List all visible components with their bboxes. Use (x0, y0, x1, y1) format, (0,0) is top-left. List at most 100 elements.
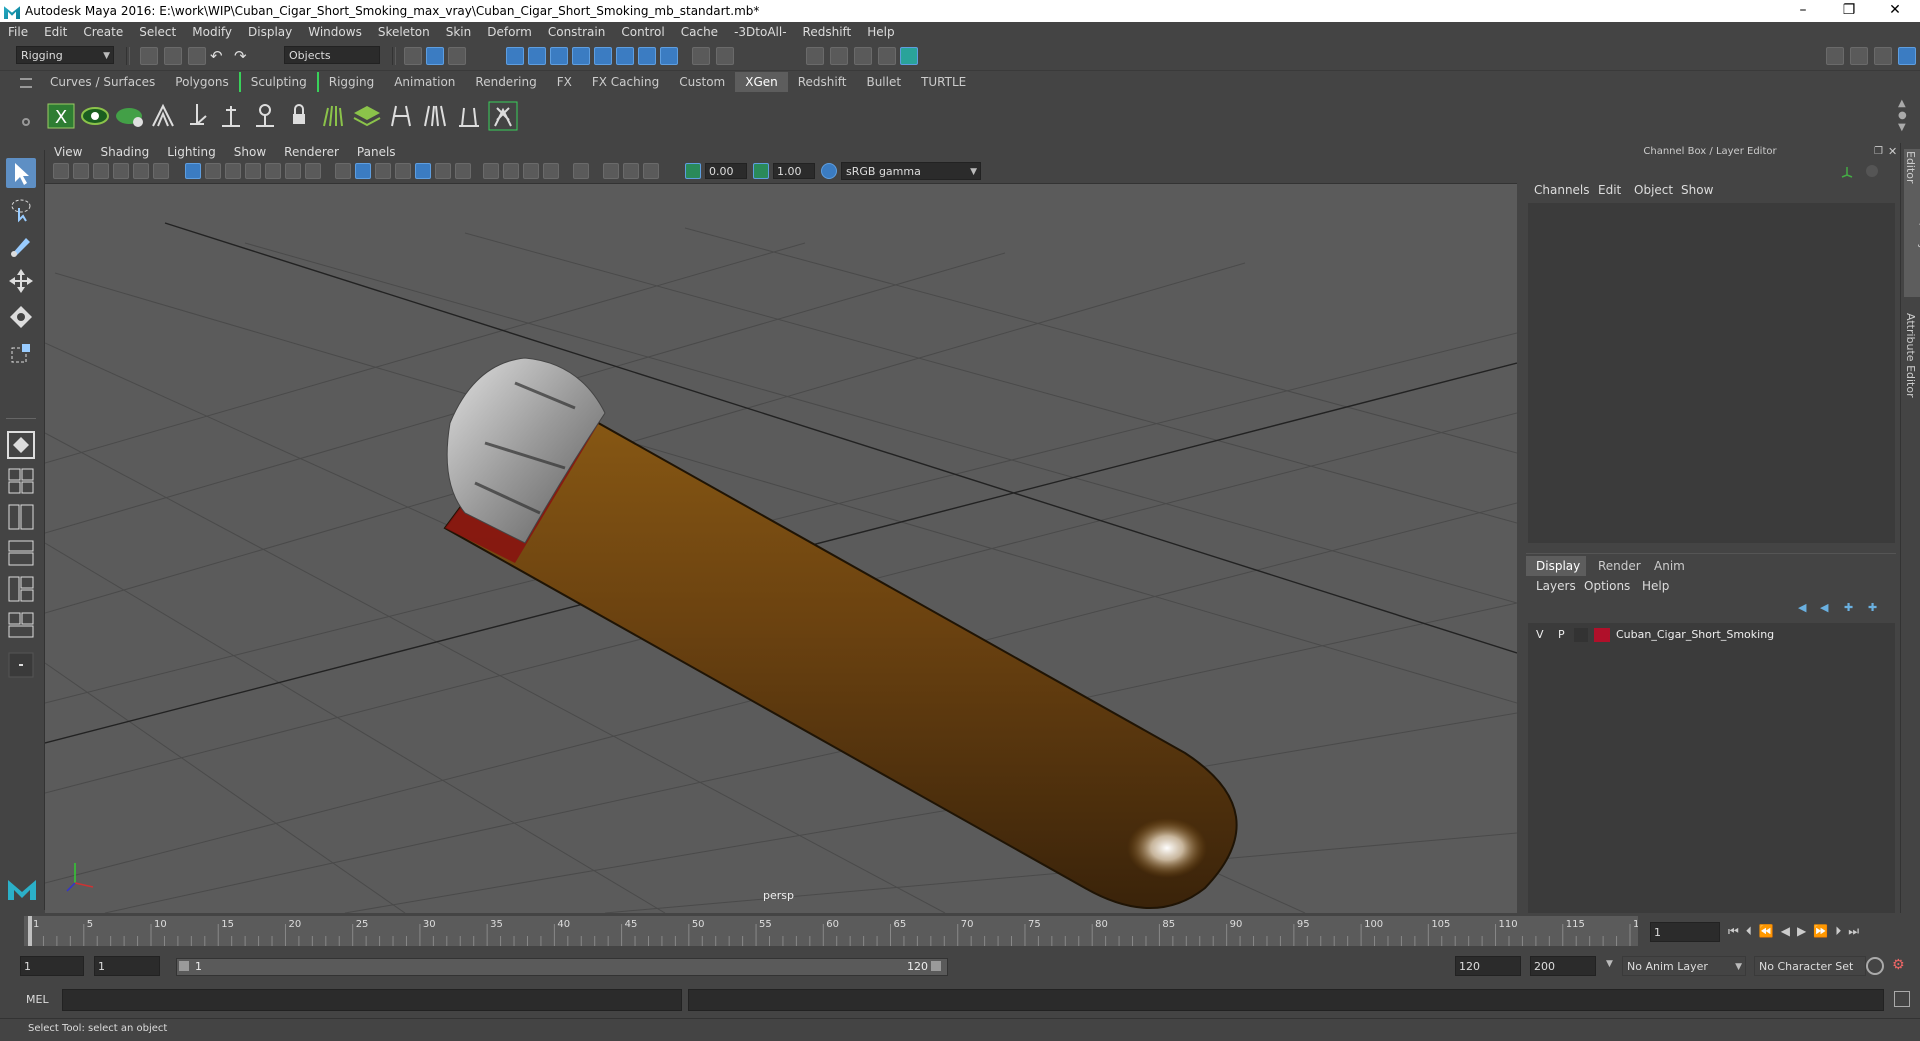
xray-icon[interactable] (603, 163, 619, 179)
tab-rendering[interactable]: Rendering (465, 72, 546, 92)
playback-end-field[interactable]: 120 (1455, 956, 1521, 976)
tab-turtle[interactable]: TURTLE (911, 72, 976, 92)
xray-joints-icon[interactable] (623, 163, 639, 179)
layers-menu[interactable]: Layers (1536, 579, 1576, 593)
cuban-cigar-model[interactable] (443, 357, 1238, 909)
default-material-icon[interactable] (375, 163, 391, 179)
shelf-menu-icon[interactable] (20, 78, 32, 88)
save-scene-icon[interactable] (188, 47, 206, 65)
layer-row[interactable]: V P Cuban_Cigar_Short_Smoking (1528, 625, 1895, 645)
new-empty-layer-icon[interactable]: ✚ (1844, 601, 1853, 614)
select-guides-icon[interactable] (250, 100, 280, 132)
bookmark-icon[interactable] (93, 163, 109, 179)
gate-mask-icon[interactable] (245, 163, 261, 179)
field-chart-icon[interactable] (265, 163, 281, 179)
wireframe-on-shaded-icon[interactable] (395, 163, 411, 179)
camera-select-icon[interactable] (53, 163, 69, 179)
menu-3dtoall[interactable]: -3DtoAll- (726, 25, 794, 39)
exposure-icon[interactable] (685, 163, 701, 179)
step-back-key-icon[interactable]: ⏪ (1759, 924, 1781, 938)
object-menu[interactable]: Object (1634, 183, 1673, 197)
resolution-gate-icon[interactable] (225, 163, 241, 179)
help-menu[interactable]: Help (1642, 579, 1669, 593)
selection-mode-dropdown[interactable]: Objects (284, 46, 380, 64)
time-slider-ruler[interactable]: 1 5 10 15 20 25 30 35 40 45 50 55 60 65 70 75 80 85 90 95 10… (24, 916, 1652, 946)
step-back-frame-icon[interactable]: ⏴ (1746, 924, 1759, 938)
undo-icon[interactable]: ↶ (210, 47, 228, 65)
menu-control[interactable]: Control (613, 25, 672, 39)
hypershade-icon[interactable] (878, 47, 896, 65)
menu-redshift[interactable]: Redshift (795, 25, 860, 39)
snap-together-icon[interactable] (616, 47, 634, 65)
hypershade-layout-icon[interactable] (6, 574, 36, 604)
scene-end-field[interactable]: 200 (1530, 956, 1596, 976)
depth-of-field-icon[interactable] (543, 163, 559, 179)
time-slider[interactable]: 1 5 10 15 20 25 30 35 40 45 50 55 60 65 70 75 80 85 90 95 10… (24, 916, 1652, 946)
gamma-field[interactable]: 1.00 (773, 163, 815, 179)
shelf-settings-gear-icon[interactable] (22, 118, 30, 126)
layout-options-icon[interactable] (6, 650, 36, 680)
isolate-select-icon[interactable] (573, 163, 589, 179)
tab-redshift[interactable]: Redshift (788, 72, 857, 92)
step-forward-key-icon[interactable]: ⏩ (1813, 924, 1835, 938)
make-live-icon[interactable] (594, 47, 612, 65)
guide-density-icon[interactable] (318, 100, 348, 132)
modeling-toolkit-icon[interactable] (1826, 47, 1844, 65)
menu-skeleton[interactable]: Skeleton (370, 25, 438, 39)
range-end-handle[interactable] (931, 961, 941, 971)
close-panel-icon[interactable]: ✕ (1888, 145, 1897, 158)
redo-icon[interactable]: ↷ (234, 47, 252, 65)
command-input[interactable] (62, 989, 682, 1011)
lasso-tool-icon[interactable] (6, 194, 36, 224)
textured-icon[interactable] (415, 163, 431, 179)
menu-cache[interactable]: Cache (673, 25, 726, 39)
xgen-primitive-icon[interactable] (114, 100, 144, 132)
snap-to-curve-icon[interactable] (528, 47, 546, 65)
layer-display-type-toggle[interactable] (1574, 628, 1588, 642)
rebuild-guides-icon[interactable] (386, 100, 416, 132)
grease-pencil-icon[interactable] (153, 163, 169, 179)
select-by-component-icon[interactable] (448, 47, 466, 65)
go-to-end-icon[interactable]: ⏭ (1848, 924, 1866, 938)
add-guide-icon[interactable] (216, 100, 246, 132)
use-all-lights-icon[interactable] (435, 163, 451, 179)
viewport-menu-shading[interactable]: Shading (91, 145, 158, 159)
select-by-hierarchy-icon[interactable] (404, 47, 422, 65)
play-forwards-icon[interactable]: ▶ (1797, 924, 1813, 938)
motion-blur-icon[interactable] (503, 163, 519, 179)
viewport-menu-lighting[interactable]: Lighting (158, 145, 225, 159)
viewport-menu-view[interactable]: View (45, 145, 91, 159)
four-view-layout-icon[interactable] (6, 466, 36, 496)
range-start-handle[interactable] (179, 961, 189, 971)
persp-outliner-layout-icon[interactable] (6, 502, 36, 532)
shadows-icon[interactable] (455, 163, 471, 179)
render-current-frame-icon[interactable] (806, 47, 824, 65)
sculpt-guides-icon[interactable] (182, 100, 212, 132)
layer-name[interactable]: Cuban_Cigar_Short_Smoking (1616, 628, 1774, 641)
close-button[interactable]: ✕ (1872, 0, 1918, 22)
safe-action-icon[interactable] (285, 163, 301, 179)
ipr-render-icon[interactable] (830, 47, 848, 65)
move-tool-icon[interactable] (6, 266, 36, 296)
channel-options-icon[interactable] (1866, 165, 1878, 177)
persp-graph-layout-icon[interactable] (6, 538, 36, 568)
play-backwards-icon[interactable]: ◀ (1781, 924, 1797, 938)
menu-edit[interactable]: Edit (36, 25, 75, 39)
camera-attributes-icon[interactable] (73, 163, 89, 179)
channels-menu[interactable]: Channels (1534, 183, 1590, 197)
tab-rigging[interactable]: Rigging (316, 72, 384, 92)
select-tool-icon[interactable] (6, 158, 36, 188)
tab-sculpting[interactable]: Sculpting (238, 72, 317, 92)
tab-fx[interactable]: FX (547, 72, 582, 92)
viewport-panel[interactable]: View Shading Lighting Show Renderer Pane… (45, 143, 1517, 913)
layer-color-swatch[interactable] (1594, 628, 1610, 642)
viewport-menu-panels[interactable]: Panels (348, 145, 405, 159)
new-layer-from-selection-icon[interactable]: ✚ (1868, 601, 1877, 614)
tab-anim[interactable]: Anim (1644, 556, 1704, 576)
tab-curves-surfaces[interactable]: Curves / Surfaces (40, 72, 165, 92)
animation-preferences-icon[interactable]: ⚙ (1892, 957, 1910, 975)
single-perspective-view-icon[interactable] (6, 430, 36, 460)
layer-playback-toggle[interactable]: P (1558, 628, 1565, 641)
menu-select[interactable]: Select (131, 25, 184, 39)
paint-select-tool-icon[interactable] (6, 230, 36, 260)
